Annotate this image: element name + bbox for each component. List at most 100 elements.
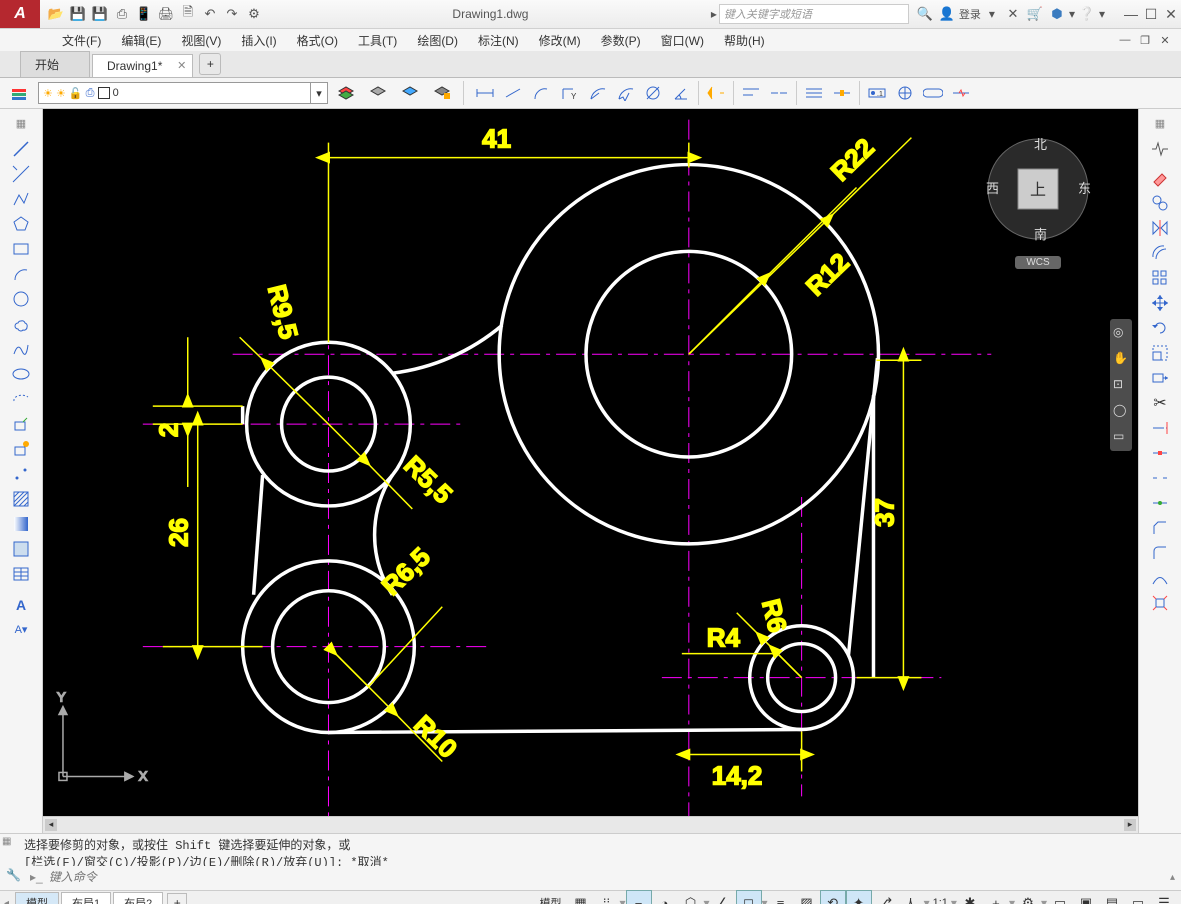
orbit-icon[interactable]: ◯ <box>1113 403 1129 419</box>
table-icon[interactable] <box>9 563 33 584</box>
model-tab[interactable]: 模型 <box>15 892 59 904</box>
user-icon[interactable]: 👤 <box>937 4 957 24</box>
join-icon[interactable] <box>1148 492 1172 513</box>
explode-icon[interactable] <box>1148 592 1172 613</box>
offset-icon[interactable] <box>1148 242 1172 263</box>
circle-icon[interactable] <box>9 288 33 309</box>
layer-off-icon[interactable] <box>364 79 392 107</box>
menu-insert[interactable]: 插入(I) <box>231 30 286 51</box>
dashboard-icon-r[interactable]: ▦ <box>1148 113 1172 134</box>
grid-icon[interactable]: ▦ <box>567 890 593 904</box>
undo-icon[interactable]: ↶ <box>200 4 220 24</box>
polygon-icon[interactable] <box>9 213 33 234</box>
new-tab-button[interactable]: + <box>199 53 221 75</box>
anno-monitor-icon[interactable]: ▭ <box>1047 890 1073 904</box>
layer-dropdown[interactable]: ☀ ☀ 🔓 ⎙ 0 ▾ <box>38 82 328 104</box>
chamfer-icon[interactable] <box>1148 517 1172 538</box>
search-icon[interactable]: 🔍 <box>915 4 935 24</box>
layer-iso-icon[interactable] <box>396 79 424 107</box>
wrench-icon[interactable]: 🔧 <box>6 868 24 886</box>
text-icon-2[interactable]: A▾ <box>9 619 33 640</box>
dim-jogged-icon[interactable] <box>611 79 639 107</box>
dim-baseline-icon[interactable] <box>737 79 765 107</box>
save-icon[interactable]: 💾 <box>68 4 88 24</box>
cart-icon[interactable]: 🛒 <box>1025 4 1045 24</box>
close-button[interactable]: ✕ <box>1161 4 1181 24</box>
command-input[interactable] <box>47 869 1170 885</box>
transparency-icon[interactable]: ▨ <box>794 890 820 904</box>
trim-icon[interactable]: ✂ <box>1148 392 1172 413</box>
eraser-icon[interactable] <box>1148 167 1172 188</box>
viewcube[interactable]: 北 南 西 东 上 WCS <box>978 129 1098 249</box>
doc-restore-button[interactable]: ❐ <box>1135 30 1155 50</box>
ellipse-icon[interactable] <box>9 363 33 384</box>
dim-aligned-icon[interactable] <box>499 79 527 107</box>
quick-props-icon[interactable]: ▤ <box>1099 890 1125 904</box>
dim-arc-icon[interactable] <box>527 79 555 107</box>
menu-draw[interactable]: 绘图(D) <box>407 30 468 51</box>
point-icon[interactable] <box>9 463 33 484</box>
print-icon[interactable]: 🖨 <box>156 4 176 24</box>
copy-icon[interactable] <box>1148 192 1172 213</box>
menu-help[interactable]: 帮助(H) <box>714 30 775 51</box>
lineweight-icon[interactable]: ≡ <box>768 890 794 904</box>
layer-lock-icon[interactable] <box>428 79 456 107</box>
layer-properties-icon[interactable] <box>6 79 34 107</box>
maximize-button[interactable]: ☐ <box>1141 4 1161 24</box>
doc-close-button[interactable]: ✕ <box>1155 30 1175 50</box>
menu-format[interactable]: 格式(O) <box>287 30 348 51</box>
polyline-icon[interactable] <box>9 188 33 209</box>
dim-ordinate-icon[interactable]: Y <box>555 79 583 107</box>
add-layout-button[interactable]: + <box>167 893 187 904</box>
revcloud-icon[interactable] <box>9 313 33 334</box>
break-icon[interactable] <box>1148 467 1172 488</box>
hatch-icon[interactable] <box>9 488 33 509</box>
layout2-tab[interactable]: 布局2 <box>113 892 163 904</box>
heartbeat-icon[interactable] <box>1148 138 1172 159</box>
menu-dimension[interactable]: 标注(N) <box>468 30 529 51</box>
dropdown-icon[interactable]: + <box>983 890 1009 904</box>
help-icon[interactable]: ❔ <box>1077 4 1097 24</box>
scale-icon[interactable] <box>1148 342 1172 363</box>
rectangle-icon[interactable] <box>9 238 33 259</box>
new-icon[interactable]: 🗎 <box>178 4 198 24</box>
dimspace-icon[interactable] <box>800 79 828 107</box>
array-icon[interactable] <box>1148 267 1172 288</box>
dim-linear-icon[interactable] <box>471 79 499 107</box>
export-icon[interactable]: ⎙ <box>112 4 132 24</box>
diminspect-icon[interactable] <box>919 79 947 107</box>
mobile-icon[interactable]: 📱 <box>134 4 154 24</box>
osnap-2d-icon[interactable]: ◻ <box>736 890 762 904</box>
dim-radius-icon[interactable] <box>583 79 611 107</box>
dynamic-ucs-icon[interactable]: ⎇ <box>872 890 898 904</box>
selection-filter-icon[interactable]: 人 <box>898 890 924 904</box>
insert-block-icon[interactable] <box>9 413 33 434</box>
move-icon[interactable] <box>1148 292 1172 313</box>
otrack-icon[interactable]: ∠ <box>710 890 736 904</box>
tab-close-icon[interactable]: ✕ <box>177 59 186 72</box>
mirror-icon[interactable] <box>1148 217 1172 238</box>
menu-window[interactable]: 窗口(W) <box>651 30 714 51</box>
ortho-icon[interactable]: ⌐ <box>626 890 652 904</box>
minimize-button[interactable]: — <box>1121 4 1141 24</box>
make-block-icon[interactable] <box>9 438 33 459</box>
drawing-canvas[interactable]: 41 R22 R12 R9,5 R5,5 2 <box>43 109 1138 833</box>
iso-icon[interactable]: ⬡ <box>678 890 704 904</box>
pan-icon[interactable]: ✋ <box>1113 351 1129 367</box>
menu-modify[interactable]: 修改(M) <box>529 30 591 51</box>
dimjogline-icon[interactable] <box>947 79 975 107</box>
tolerance-icon[interactable]: .1 <box>863 79 891 107</box>
extend-icon[interactable] <box>1148 417 1172 438</box>
horizontal-scrollbar[interactable]: ◂▸ <box>43 816 1138 833</box>
workspace-icon[interactable]: ⚙ <box>244 4 264 24</box>
cycling-icon[interactable]: ⟲ <box>820 890 846 904</box>
menu-file[interactable]: 文件(F) <box>52 30 111 51</box>
gradient-icon[interactable] <box>9 513 33 534</box>
steering-wheel-icon[interactable]: ◎ <box>1113 325 1129 341</box>
wcs-label[interactable]: WCS <box>1015 256 1061 269</box>
quickdim-icon[interactable] <box>702 79 730 107</box>
cloud-icon[interactable]: ⬢ <box>1047 4 1067 24</box>
centermark-icon[interactable] <box>891 79 919 107</box>
showmotion-icon[interactable]: ▭ <box>1113 429 1129 445</box>
menu-parametric[interactable]: 参数(P) <box>591 30 651 51</box>
